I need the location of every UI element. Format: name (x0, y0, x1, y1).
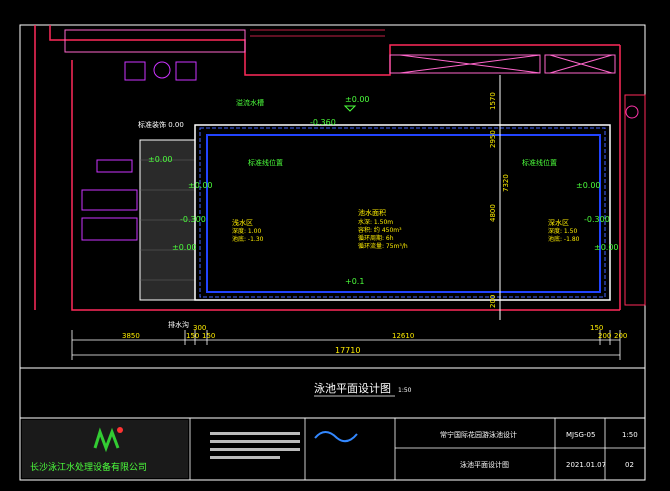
svg-text:300: 300 (193, 324, 206, 332)
sheet-name: 泳池平面设计图 (460, 460, 509, 469)
svg-text:4800: 4800 (489, 204, 497, 222)
svg-text:池底: -1.80: 池底: -1.80 (548, 235, 580, 243)
note-left-panel: 浅水区 深度: 1.00 池底: -1.30 (232, 218, 264, 243)
cad-drawing-canvas: ±0.00 标准装饰 0.00 ±0.00 ±0.00 -0.300 ±0.00… (19, 24, 646, 481)
svg-text:200: 200 (614, 332, 627, 340)
level-left-2: -0.300 (180, 215, 206, 224)
svg-text:3850: 3850 (122, 332, 140, 340)
building-walls (34, 25, 621, 311)
project-name: 常宁国际花园游泳池设计 (440, 430, 517, 439)
furniture (124, 61, 197, 81)
svg-text:容积: 约 450m³: 容积: 约 450m³ (358, 226, 402, 234)
svg-text:200: 200 (489, 295, 497, 308)
svg-text:深水区: 深水区 (548, 218, 569, 227)
title-block-scale: 1:50 (622, 431, 638, 439)
dim-horizontal (71, 330, 621, 360)
level-top-center: ±0.00 (345, 95, 370, 104)
svg-text:循环流量: 75m³/h: 循环流量: 75m³/h (358, 242, 408, 250)
svg-text:2950: 2950 (489, 130, 497, 148)
level-left-1: ±0.00 (188, 181, 213, 190)
overflow-channel (199, 127, 606, 298)
note-top: 溢流水槽 (236, 98, 264, 107)
level-right-2: -0.300 (584, 215, 610, 224)
svg-text:17710: 17710 (335, 346, 360, 355)
level-left-3: ±0.00 (172, 243, 197, 252)
note-left: 标准线位置 (248, 158, 283, 167)
svg-text:泳池平面设计图: 泳池平面设计图 (314, 381, 391, 395)
svg-text:浅水区: 浅水区 (232, 218, 253, 227)
dim-horizontal-labels: 3850 300 150 150 12610 150 200 200 17710 (122, 324, 627, 355)
svg-text:1570: 1570 (489, 92, 497, 110)
drawing-no: MJSG-05 (566, 431, 595, 439)
signature-logo (314, 431, 358, 443)
stair-lines (250, 29, 385, 37)
svg-text:7320: 7320 (502, 174, 510, 192)
level-triangle (343, 105, 357, 112)
level-right-3: ±0.00 (594, 243, 619, 252)
page-number: 02 (625, 461, 634, 469)
drawing-date: 2021.01.07 (566, 461, 606, 469)
svg-text:池底: -1.30: 池底: -1.30 (232, 235, 264, 243)
drawing-title: 泳池平面设计图 1:50 (314, 381, 412, 397)
drawing-frame (19, 24, 646, 481)
note-pool-center: 池水面积 水深: 1.50m 容积: 约 450m³ 循环周期: 6h 循环流量… (358, 208, 408, 250)
svg-text:池水面积: 池水面积 (358, 208, 386, 217)
left-steps (81, 159, 138, 241)
level-marker-top-center: ±0.00 (343, 95, 370, 112)
upper-rooms (64, 29, 616, 74)
svg-text:深度: 1.00: 深度: 1.00 (232, 227, 261, 235)
level-top-left: ±0.00 (148, 155, 173, 164)
svg-text:150: 150 (590, 324, 603, 332)
deck-label: 标准装饰 0.00 (138, 120, 184, 129)
company-name: 长沙泳江水处理设备有限公司 (30, 461, 147, 473)
level-bottom: +0.1 (345, 277, 364, 286)
svg-text:150: 150 (186, 332, 199, 340)
right-building (624, 94, 646, 306)
title-block-notes (210, 432, 300, 459)
note-right: 标准线位置 (522, 158, 557, 167)
svg-text:200: 200 (598, 332, 611, 340)
level-right-1: ±0.00 (576, 181, 601, 190)
svg-text:循环周期: 6h: 循环周期: 6h (358, 234, 394, 242)
svg-text:150: 150 (202, 332, 215, 340)
pool-outer-edge (194, 124, 611, 301)
svg-text:1:50: 1:50 (398, 387, 412, 394)
svg-text:12610: 12610 (392, 332, 414, 340)
note-right-panel: 深水区 深度: 1.50 池底: -1.80 (548, 218, 580, 243)
svg-text:水深: 1.50m: 水深: 1.50m (358, 218, 393, 226)
note-drain: 排水沟 (168, 320, 189, 329)
svg-text:深度: 1.50: 深度: 1.50 (548, 227, 577, 235)
level-pool-edge: -0.360 (310, 118, 336, 127)
